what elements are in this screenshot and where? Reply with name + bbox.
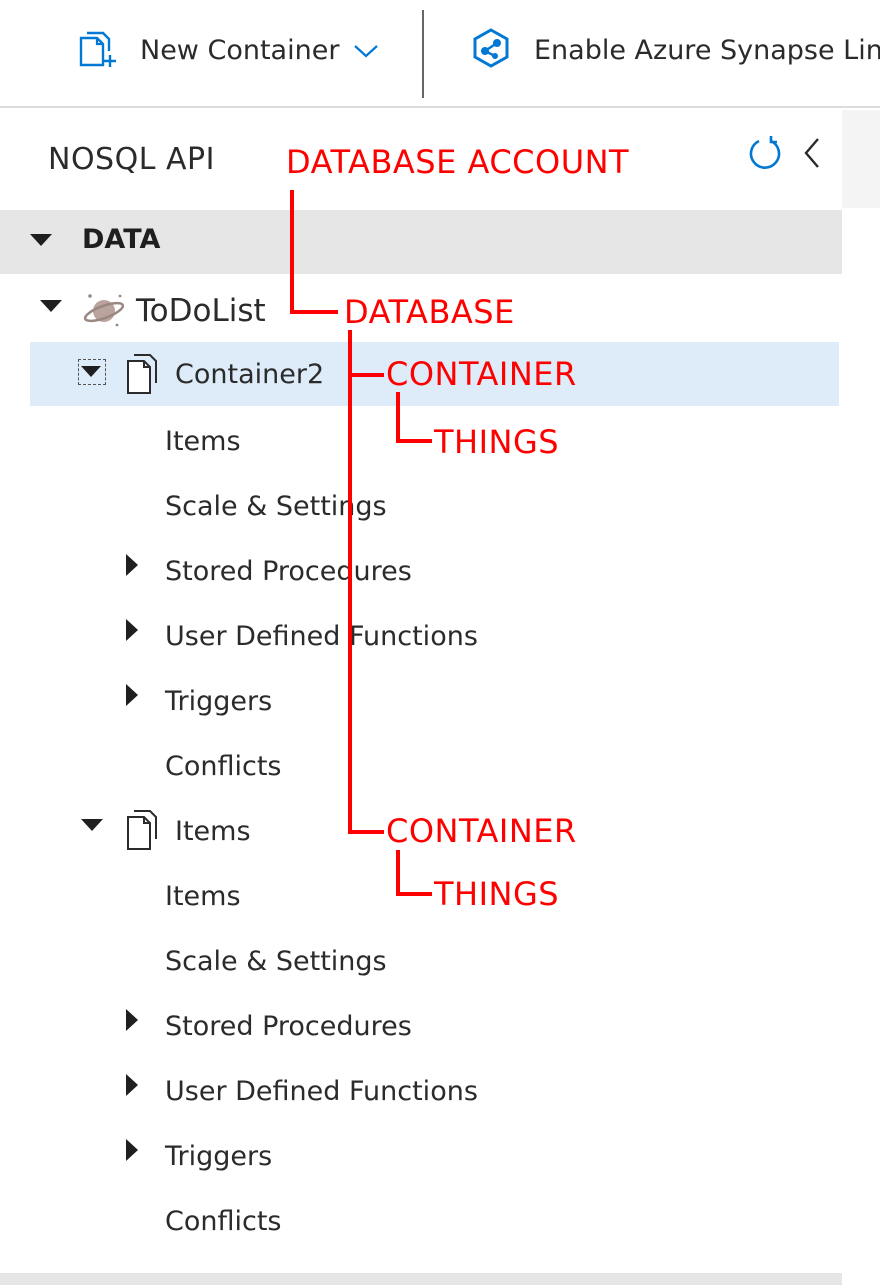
expand-triangle-icon xyxy=(126,619,138,641)
toolbar-divider xyxy=(422,10,424,98)
expand-triangle-icon xyxy=(126,684,138,706)
expand-triangle-icon xyxy=(126,1009,138,1031)
chevron-down-icon[interactable] xyxy=(353,43,379,63)
new-container-icon xyxy=(78,27,118,73)
tree-item-triggers[interactable]: Triggers xyxy=(0,1126,842,1188)
tree-item-user-defined-functions[interactable]: User Defined Functions xyxy=(0,606,842,668)
container-label: Container2 xyxy=(175,359,325,390)
tree-item-stored-procedures[interactable]: Stored Procedures xyxy=(0,996,842,1058)
annotation-database-account: DATABASE ACCOUNT xyxy=(286,143,630,181)
expand-triangle-icon xyxy=(126,554,138,576)
tree-item-label: User Defined Functions xyxy=(165,1076,478,1107)
tab-area-edge xyxy=(842,110,880,208)
tree-item-items[interactable]: Items xyxy=(0,866,842,928)
annotation-database: DATABASE xyxy=(344,293,515,331)
new-container-button[interactable]: New Container xyxy=(78,0,379,100)
tree-item-label: Scale & Settings xyxy=(165,946,387,977)
annotation-things: THINGS xyxy=(434,423,560,461)
expand-triangle-icon xyxy=(81,819,103,831)
tree-item-label: Stored Procedures xyxy=(165,556,412,587)
synapse-link-icon xyxy=(470,27,512,73)
tree-item-label: Triggers xyxy=(165,686,273,717)
tree-item-label: Items xyxy=(165,881,241,912)
panel-title: NOSQL API xyxy=(48,142,215,177)
focus-indicator xyxy=(78,359,106,385)
expand-triangle-icon xyxy=(40,300,62,312)
annotation-container: CONTAINER xyxy=(386,355,577,393)
tree-item-label: User Defined Functions xyxy=(165,621,478,652)
enable-synapse-link-button[interactable]: Enable Azure Synapse Link xyxy=(470,0,880,100)
document-container-icon xyxy=(126,809,164,855)
expand-triangle-icon xyxy=(126,1139,138,1161)
annotation-things: THINGS xyxy=(434,875,560,913)
tree-item-label: Triggers xyxy=(165,1141,273,1172)
container-label: Items xyxy=(175,816,251,847)
synapse-link-label: Enable Azure Synapse Link xyxy=(534,34,880,66)
tree-item-label: Items xyxy=(165,426,241,457)
refresh-icon[interactable] xyxy=(747,135,783,171)
tree-item-triggers[interactable]: Triggers xyxy=(0,671,842,733)
new-container-label: New Container xyxy=(140,34,340,66)
expand-triangle-icon xyxy=(81,366,101,377)
expand-triangle-icon xyxy=(126,1074,138,1096)
section-label: DATA xyxy=(82,224,161,255)
command-bar: New Container Enable Azure Synapse Link xyxy=(0,0,880,108)
tree-item-label: Conflicts xyxy=(165,751,282,782)
annotation-container: CONTAINER xyxy=(386,812,577,850)
next-section-edge xyxy=(0,1273,842,1285)
cosmos-database-icon xyxy=(82,289,126,333)
collapse-triangle-icon xyxy=(30,234,52,246)
chevron-left-icon[interactable] xyxy=(800,135,826,171)
tree-item-conflicts[interactable]: Conflicts xyxy=(0,1191,842,1253)
tree-item-stored-procedures[interactable]: Stored Procedures xyxy=(0,541,842,603)
database-label: ToDoList xyxy=(136,293,266,329)
tree-item-label: Scale & Settings xyxy=(165,491,387,522)
tree-item-label: Conflicts xyxy=(165,1206,282,1237)
tree-item-scale-settings[interactable]: Scale & Settings xyxy=(0,476,842,538)
document-container-icon xyxy=(126,353,164,399)
tree-item-user-defined-functions[interactable]: User Defined Functions xyxy=(0,1061,842,1123)
tree-item-conflicts[interactable]: Conflicts xyxy=(0,736,842,798)
tree-item-label: Stored Procedures xyxy=(165,1011,412,1042)
tree-item-items[interactable]: Items xyxy=(0,411,842,473)
data-section-header[interactable]: DATA xyxy=(0,210,842,274)
tree-item-scale-settings[interactable]: Scale & Settings xyxy=(0,931,842,993)
